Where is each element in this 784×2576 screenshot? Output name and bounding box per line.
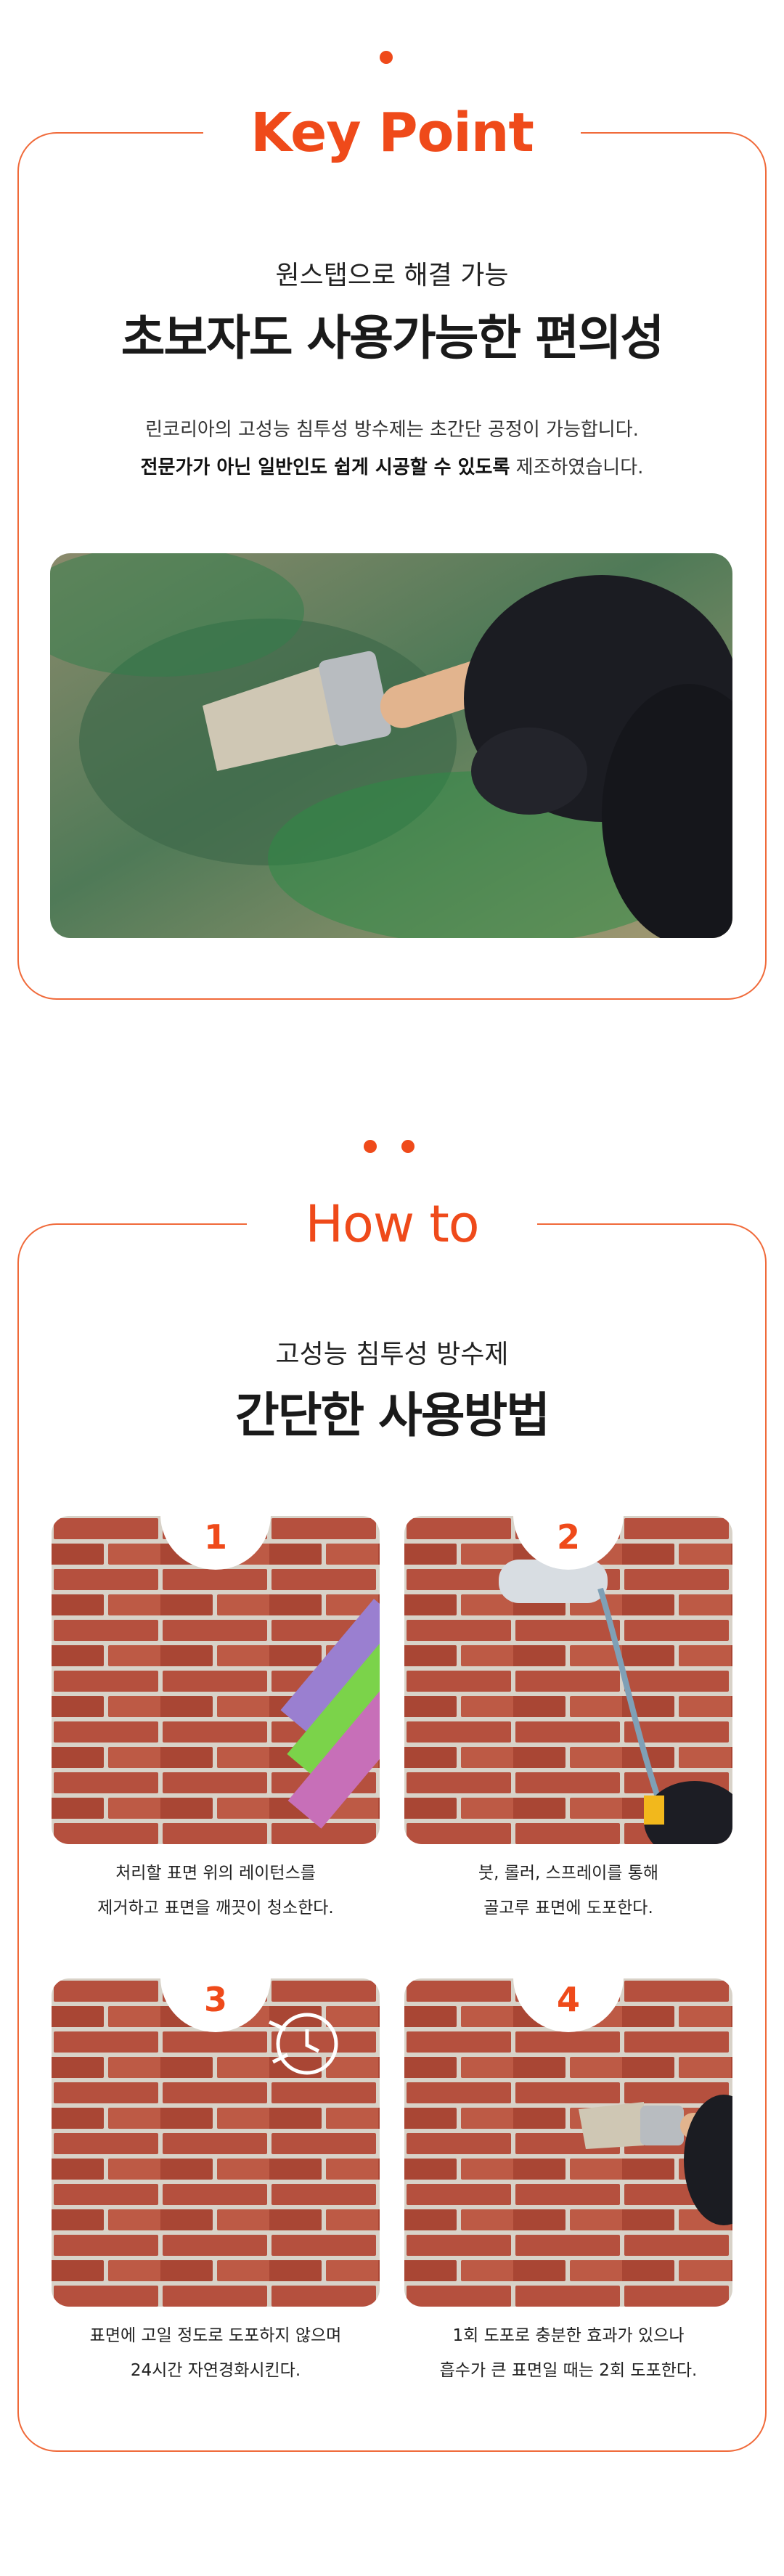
how-to-headline: 간단한 사용방법 <box>234 1387 550 1443</box>
how-to-subtitle: 고성능 침투성 방수제 <box>275 1340 509 1369</box>
description-line-1: 린코리아의 고성능 침투성 방수제는 초간단 공정이 가능합니다. <box>145 419 639 441</box>
key-point-description: 린코리아의 고성능 침투성 방수제는 초간단 공정이 가능합니다. 전문가가 아… <box>0 411 784 486</box>
description-emphasis: 전문가가 아닌 일반인도 쉽게 시공할 수 있도록 <box>140 457 510 478</box>
key-point-title: Key Point <box>203 93 581 173</box>
step-2-image: 2 <box>404 1516 732 1844</box>
key-point-subtitle: 원스탭으로 해결 가능 <box>275 261 509 290</box>
step-3-caption-line-2: 24시간 자연경화시킨다. <box>130 2361 301 2380</box>
accent-dot <box>380 51 393 64</box>
step-2-caption: 붓, 롤러, 스프레이를 통해 골고루 표면에 도포한다. <box>404 1856 732 1925</box>
step-1-caption: 처리할 표면 위의 레이턴스를 제거하고 표면을 깨끗이 청소한다. <box>52 1856 380 1925</box>
step-1-image: 1 <box>52 1516 380 1844</box>
step-3-caption: 표면에 고일 정도로 도포하지 않으며 24시간 자연경화시킨다. <box>52 2318 380 2388</box>
step-3-caption-line-1: 표면에 고일 정도로 도포하지 않으며 <box>89 2326 342 2345</box>
how-to-title: How to <box>247 1184 537 1264</box>
description-line-2: 전문가가 아닌 일반인도 쉽게 시공할 수 있도록 제조하였습니다. <box>0 449 784 486</box>
step-2-caption-line-1: 붓, 롤러, 스프레이를 통해 <box>478 1864 659 1883</box>
description-rest: 제조하였습니다. <box>510 457 644 478</box>
step-4-caption-line-1: 1회 도포로 충분한 효과가 있으나 <box>452 2326 685 2345</box>
step-1-caption-line-1: 처리할 표면 위의 레이턴스를 <box>115 1864 316 1883</box>
step-4-image: 4 <box>404 1978 732 2307</box>
key-point-headline: 초보자도 사용가능한 편의성 <box>121 310 665 366</box>
step-4-caption: 1회 도포로 충분한 효과가 있으나 흡수가 큰 표면일 때는 2회 도포한다. <box>404 2318 732 2388</box>
step-3-image: 3 <box>52 1978 380 2307</box>
accent-dot-left <box>364 1140 377 1153</box>
step-1-caption-line-2: 제거하고 표면을 깨끗이 청소한다. <box>97 1899 334 1917</box>
brush-application-photo <box>50 553 732 938</box>
accent-dot-right <box>401 1140 415 1153</box>
step-2-caption-line-2: 골고루 표면에 도포한다. <box>483 1899 653 1917</box>
step-4-caption-line-2: 흡수가 큰 표면일 때는 2회 도포한다. <box>439 2361 698 2380</box>
